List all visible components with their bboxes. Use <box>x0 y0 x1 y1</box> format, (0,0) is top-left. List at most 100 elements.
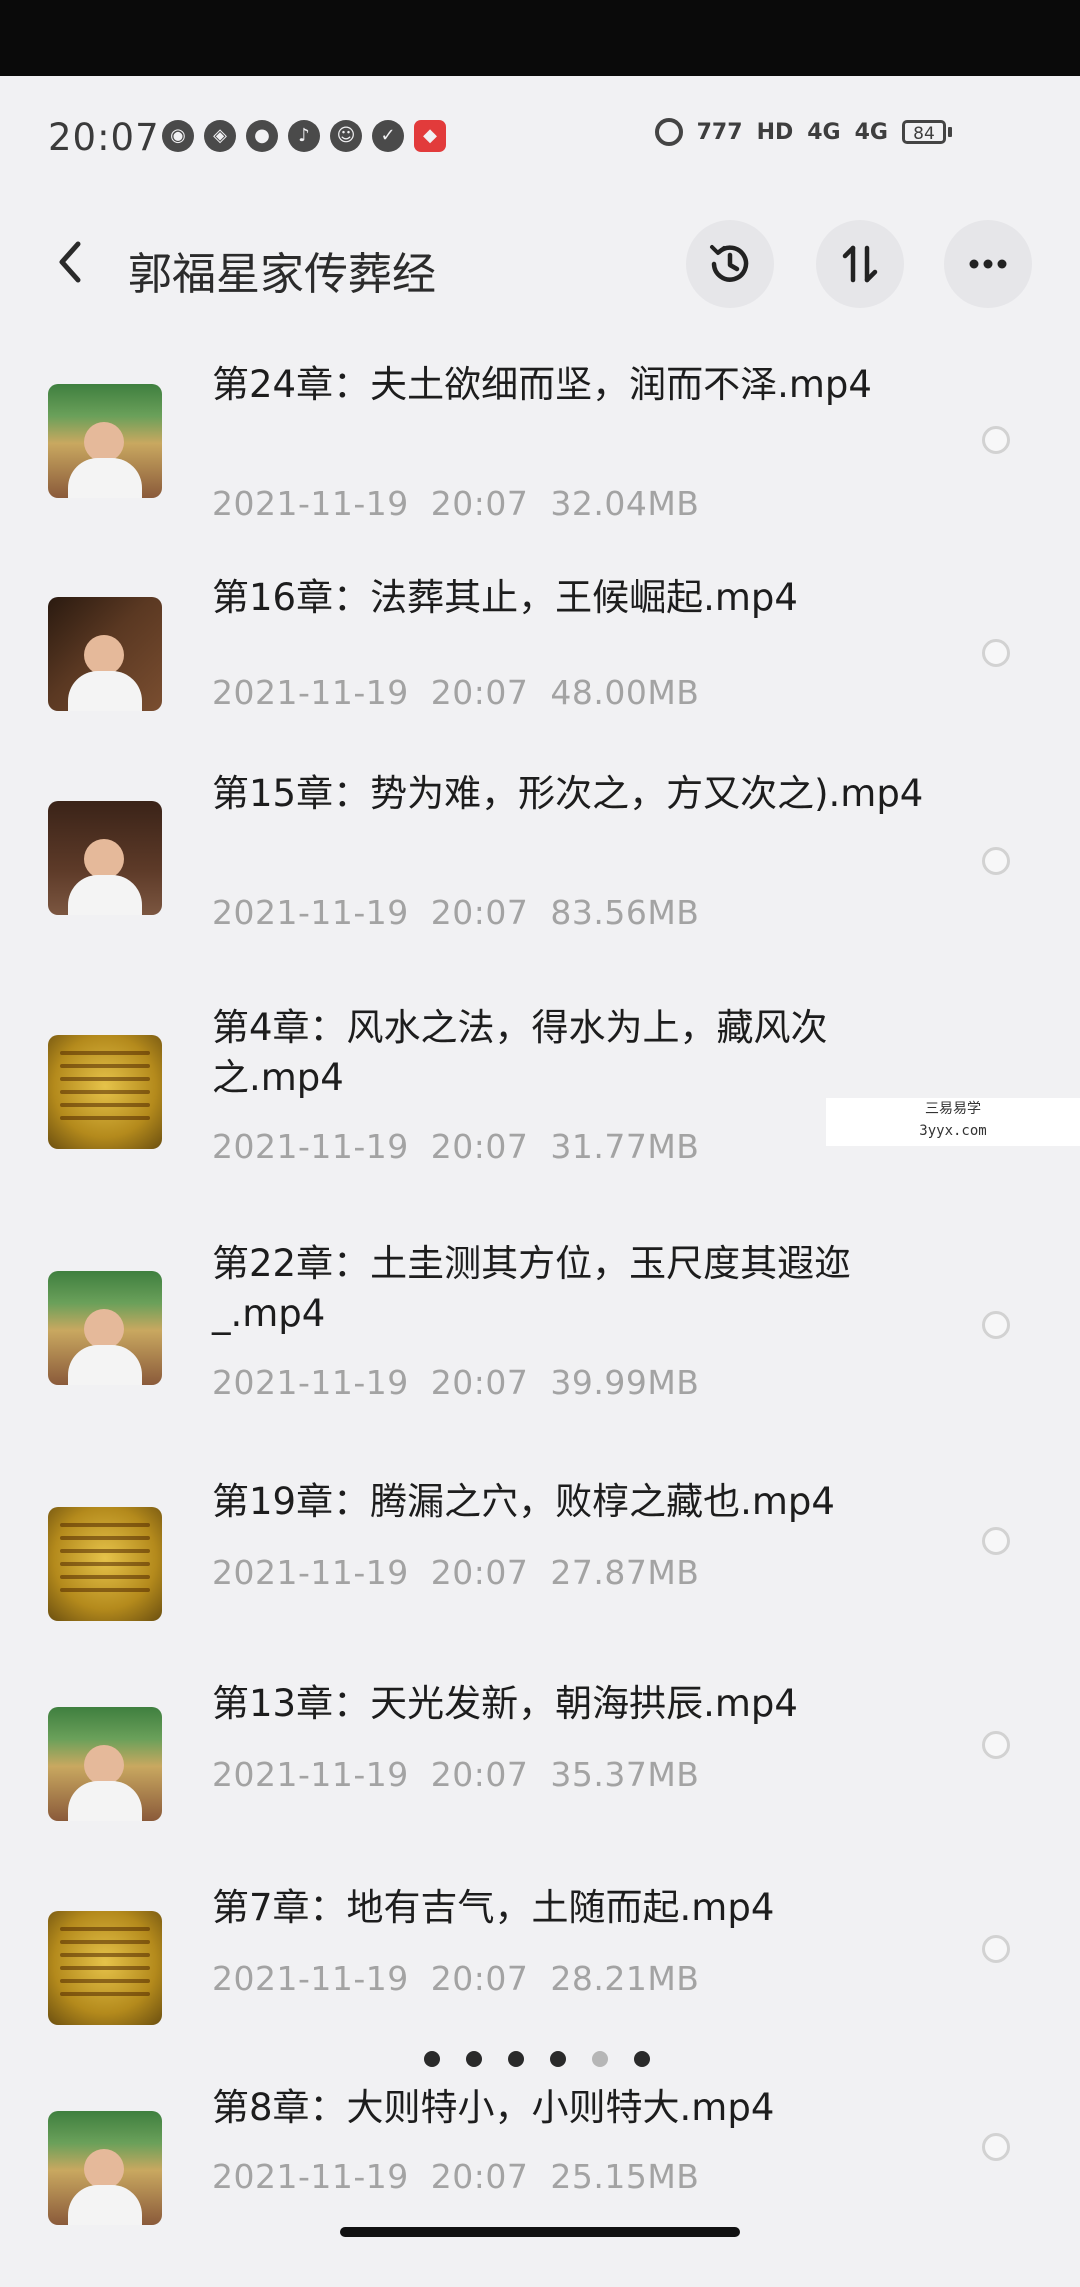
wechat-icon: ◉ <box>162 120 194 152</box>
file-meta: 2021-11-19 20:07 32.04MB <box>212 484 699 523</box>
select-radio[interactable] <box>982 426 1010 454</box>
file-name: 第16章：法葬其止，王候崛起.mp4 <box>212 576 798 619</box>
sort-icon <box>842 245 878 283</box>
select-radio[interactable] <box>982 2133 1010 2161</box>
file-name: 第4章：风水之法，得水为上，藏风次之.mp4 <box>212 1006 828 1099</box>
file-meta: 2021-11-19 20:07 31.77MB <box>212 1127 699 1166</box>
select-radio[interactable] <box>982 1935 1010 1963</box>
file-date: 2021-11-19 <box>212 1363 409 1402</box>
file-name: 第7章：地有吉气，土随而起.mp4 <box>212 1886 775 1929</box>
list-item[interactable]: 第8章：大则特小，小则特大.mp4 2021-11-19 20:07 25.15… <box>0 2086 1080 2287</box>
file-size: 39.99MB <box>550 1363 700 1402</box>
system-indicators: 777 HD 4G 4G 84 <box>654 118 952 146</box>
file-size: 35.37MB <box>550 1755 700 1794</box>
file-date: 2021-11-19 <box>212 1553 409 1592</box>
video-thumbnail <box>48 2111 162 2225</box>
file-time: 20:07 <box>430 484 529 523</box>
battery-level: 84 <box>902 120 946 144</box>
file-name: 第15章：势为难，形次之，方又次之).mp4 <box>212 772 924 815</box>
sort-button[interactable] <box>816 220 904 308</box>
file-meta: 2021-11-19 20:07 39.99MB <box>212 1363 699 1402</box>
file-meta: 2021-11-19 20:07 28.21MB <box>212 1959 699 1998</box>
select-radio[interactable] <box>982 1731 1010 1759</box>
file-time: 20:07 <box>430 1127 529 1166</box>
shield-icon: ✓ <box>372 120 404 152</box>
file-time: 20:07 <box>430 2157 529 2196</box>
app-red-icon: ◆ <box>414 120 446 152</box>
file-name: 第22章：土圭测其方位，玉尺度其遐迩_.mp4 <box>212 1242 852 1335</box>
page-dot <box>592 2051 608 2067</box>
select-radio[interactable] <box>982 1527 1010 1555</box>
page-dot <box>634 2051 650 2067</box>
music-icon: ♪ <box>288 120 320 152</box>
header: 郭福星家传葬经 <box>0 210 1080 320</box>
page-indicator <box>424 2051 650 2067</box>
history-button[interactable] <box>686 220 774 308</box>
file-date: 2021-11-19 <box>212 1959 409 1998</box>
file-date: 2021-11-19 <box>212 1127 409 1166</box>
history-icon <box>710 245 749 282</box>
file-list: 第24章：夫土欲细而坚，润而不泽.mp4 2021-11-19 20:07 32… <box>0 360 1080 2287</box>
file-size: 32.04MB <box>550 484 700 523</box>
file-name: 第24章：夫土欲细而坚，润而不泽.mp4 <box>212 363 872 406</box>
file-size: 48.00MB <box>550 673 700 712</box>
file-date: 2021-11-19 <box>212 484 409 523</box>
page-dot <box>508 2051 524 2067</box>
file-meta: 2021-11-19 20:07 83.56MB <box>212 893 699 932</box>
video-thumbnail <box>48 384 162 498</box>
list-item[interactable]: 第13章：天光发新，朝海拱辰.mp4 2021-11-19 20:07 35.3… <box>0 1679 1080 1885</box>
file-name: 第19章：腾漏之穴，败椁之藏也.mp4 <box>212 1480 835 1523</box>
notification-icons: ◉ ◈ ● ♪ ☺ ✓ ◆ <box>162 120 446 152</box>
page-dot <box>550 2051 566 2067</box>
list-item[interactable]: 第24章：夫土欲细而坚，润而不泽.mp4 2021-11-19 20:07 32… <box>0 360 1080 573</box>
signal-speed: 777 <box>696 119 743 145</box>
app-cow-icon: ◈ <box>204 120 236 152</box>
file-time: 20:07 <box>430 1553 529 1592</box>
file-time: 20:07 <box>430 1363 529 1402</box>
file-time: 20:07 <box>430 893 529 932</box>
file-meta: 2021-11-19 20:07 25.15MB <box>212 2157 699 2196</box>
file-time: 20:07 <box>430 1959 529 1998</box>
file-size: 25.15MB <box>550 2157 700 2196</box>
list-item[interactable]: 第15章：势为难，形次之，方又次之).mp4 2021-11-19 20:07 … <box>0 765 1080 1001</box>
file-size: 31.77MB <box>550 1127 700 1166</box>
page-dot <box>424 2051 440 2067</box>
file-size: 28.21MB <box>550 1959 700 1998</box>
list-item[interactable]: 第16章：法葬其止，王候崛起.mp4 2021-11-19 20:07 48.0… <box>0 573 1080 765</box>
hd-indicator: HD <box>756 119 794 145</box>
file-time: 20:07 <box>430 673 529 712</box>
back-icon[interactable] <box>50 232 90 292</box>
select-radio[interactable] <box>982 1311 1010 1339</box>
status-time: 20:07 <box>48 116 160 159</box>
top-black-bar <box>0 0 1080 76</box>
file-date: 2021-11-19 <box>212 673 409 712</box>
battery-icon: 84 <box>902 120 952 144</box>
message-icon: ● <box>246 120 278 152</box>
file-name: 第8章：大则特小，小则特大.mp4 <box>212 2086 775 2129</box>
file-size: 83.56MB <box>550 893 700 932</box>
video-thumbnail <box>48 1707 162 1821</box>
file-size: 27.87MB <box>550 1553 700 1592</box>
select-radio[interactable] <box>982 847 1010 875</box>
alarm-icon <box>654 118 683 146</box>
more-button[interactable] <box>944 220 1032 308</box>
watermark: 三易易学 3yyx.com <box>826 1098 1080 1146</box>
network-4g-2: 4G <box>854 119 888 145</box>
video-thumbnail <box>48 1035 162 1149</box>
status-bar: 20:07 ◉ ◈ ● ♪ ☺ ✓ ◆ 777 HD 4G 4G 84 <box>0 76 1080 196</box>
home-indicator[interactable] <box>340 2227 740 2237</box>
list-item[interactable]: 第19章：腾漏之穴，败椁之藏也.mp4 2021-11-19 20:07 27.… <box>0 1475 1080 1679</box>
video-thumbnail <box>48 1911 162 2025</box>
file-date: 2021-11-19 <box>212 893 409 932</box>
file-meta: 2021-11-19 20:07 48.00MB <box>212 673 699 712</box>
watermark-line2: 3yyx.com <box>919 1123 987 1139</box>
video-thumbnail <box>48 801 162 915</box>
list-item[interactable]: 第22章：土圭测其方位，玉尺度其遐迩_.mp4 2021-11-19 20:07… <box>0 1239 1080 1475</box>
select-radio[interactable] <box>982 639 1010 667</box>
network-4g: 4G <box>807 119 841 145</box>
file-name: 第13章：天光发新，朝海拱辰.mp4 <box>212 1682 798 1725</box>
file-time: 20:07 <box>430 1755 529 1794</box>
file-meta: 2021-11-19 20:07 35.37MB <box>212 1755 699 1794</box>
watermark-line1: 三易易学 <box>925 1101 981 1117</box>
file-meta: 2021-11-19 20:07 27.87MB <box>212 1553 699 1592</box>
